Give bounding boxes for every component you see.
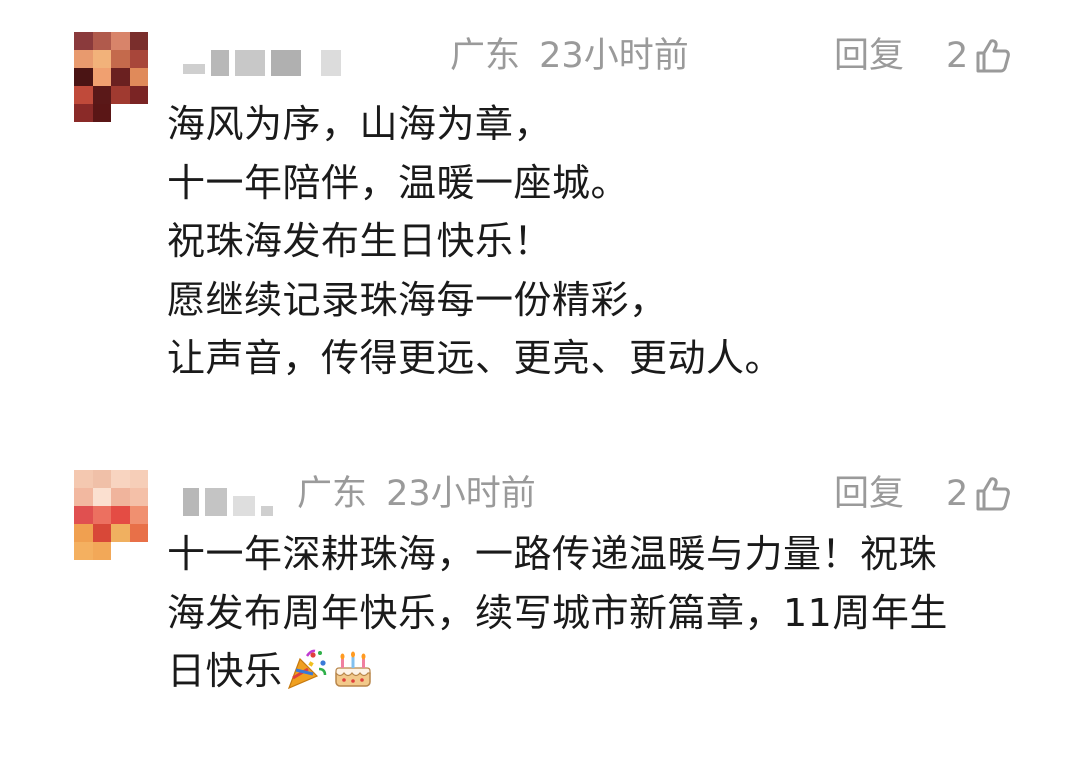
comment-line: 愿继续记录珠海每一份精彩，	[167, 277, 668, 322]
avatar[interactable]	[74, 470, 148, 560]
like-button[interactable]: 2	[946, 36, 1012, 76]
birthday-cake-icon	[331, 647, 375, 691]
timestamp-label: 23小时前	[539, 36, 689, 76]
location-label: 广东	[450, 36, 521, 76]
comment-line: 祝珠海发布生日快乐！	[167, 219, 553, 263]
comment-location-time: 广东 23小时前	[450, 36, 689, 76]
reply-button[interactable]: 回复	[834, 474, 904, 514]
like-count: 2	[946, 474, 969, 514]
comment-line: 十一年深耕珠海，一路传递温暖与力量！祝珠	[167, 532, 938, 576]
location-label: 广东	[297, 474, 368, 514]
comment-line: 十一年陪伴，温暖一座城。	[167, 160, 630, 205]
comment-line: 海风为序，山海为章，	[167, 102, 553, 146]
party-popper-icon	[285, 647, 329, 691]
comment-location-time: 广东 23小时前	[297, 474, 536, 514]
comment-line: 海发布周年快乐，续写城市新篇章，11周年生	[167, 590, 948, 635]
comment-line: 让声音，传得更远、更亮、更动人。	[167, 336, 784, 380]
comment-body: 十一年深耕珠海，一路传递温暖与力量！祝珠 海发布周年快乐，续写城市新篇章，11周…	[167, 525, 1027, 701]
username-masked[interactable]	[183, 44, 341, 76]
timestamp-label: 23小时前	[386, 474, 536, 514]
like-count: 2	[946, 36, 969, 76]
comment-line: 日快乐	[167, 649, 283, 693]
avatar[interactable]	[74, 32, 148, 122]
comment-line-with-emoji: 日快乐	[167, 642, 1027, 701]
like-button[interactable]: 2	[946, 474, 1012, 514]
thumbs-up-icon	[972, 474, 1012, 514]
comment-body: 海风为序，山海为章， 十一年陪伴，温暖一座城。 祝珠海发布生日快乐！ 愿继续记录…	[167, 95, 1027, 388]
username-masked[interactable]	[183, 482, 273, 516]
thumbs-up-icon	[972, 36, 1012, 76]
reply-button[interactable]: 回复	[834, 36, 904, 76]
